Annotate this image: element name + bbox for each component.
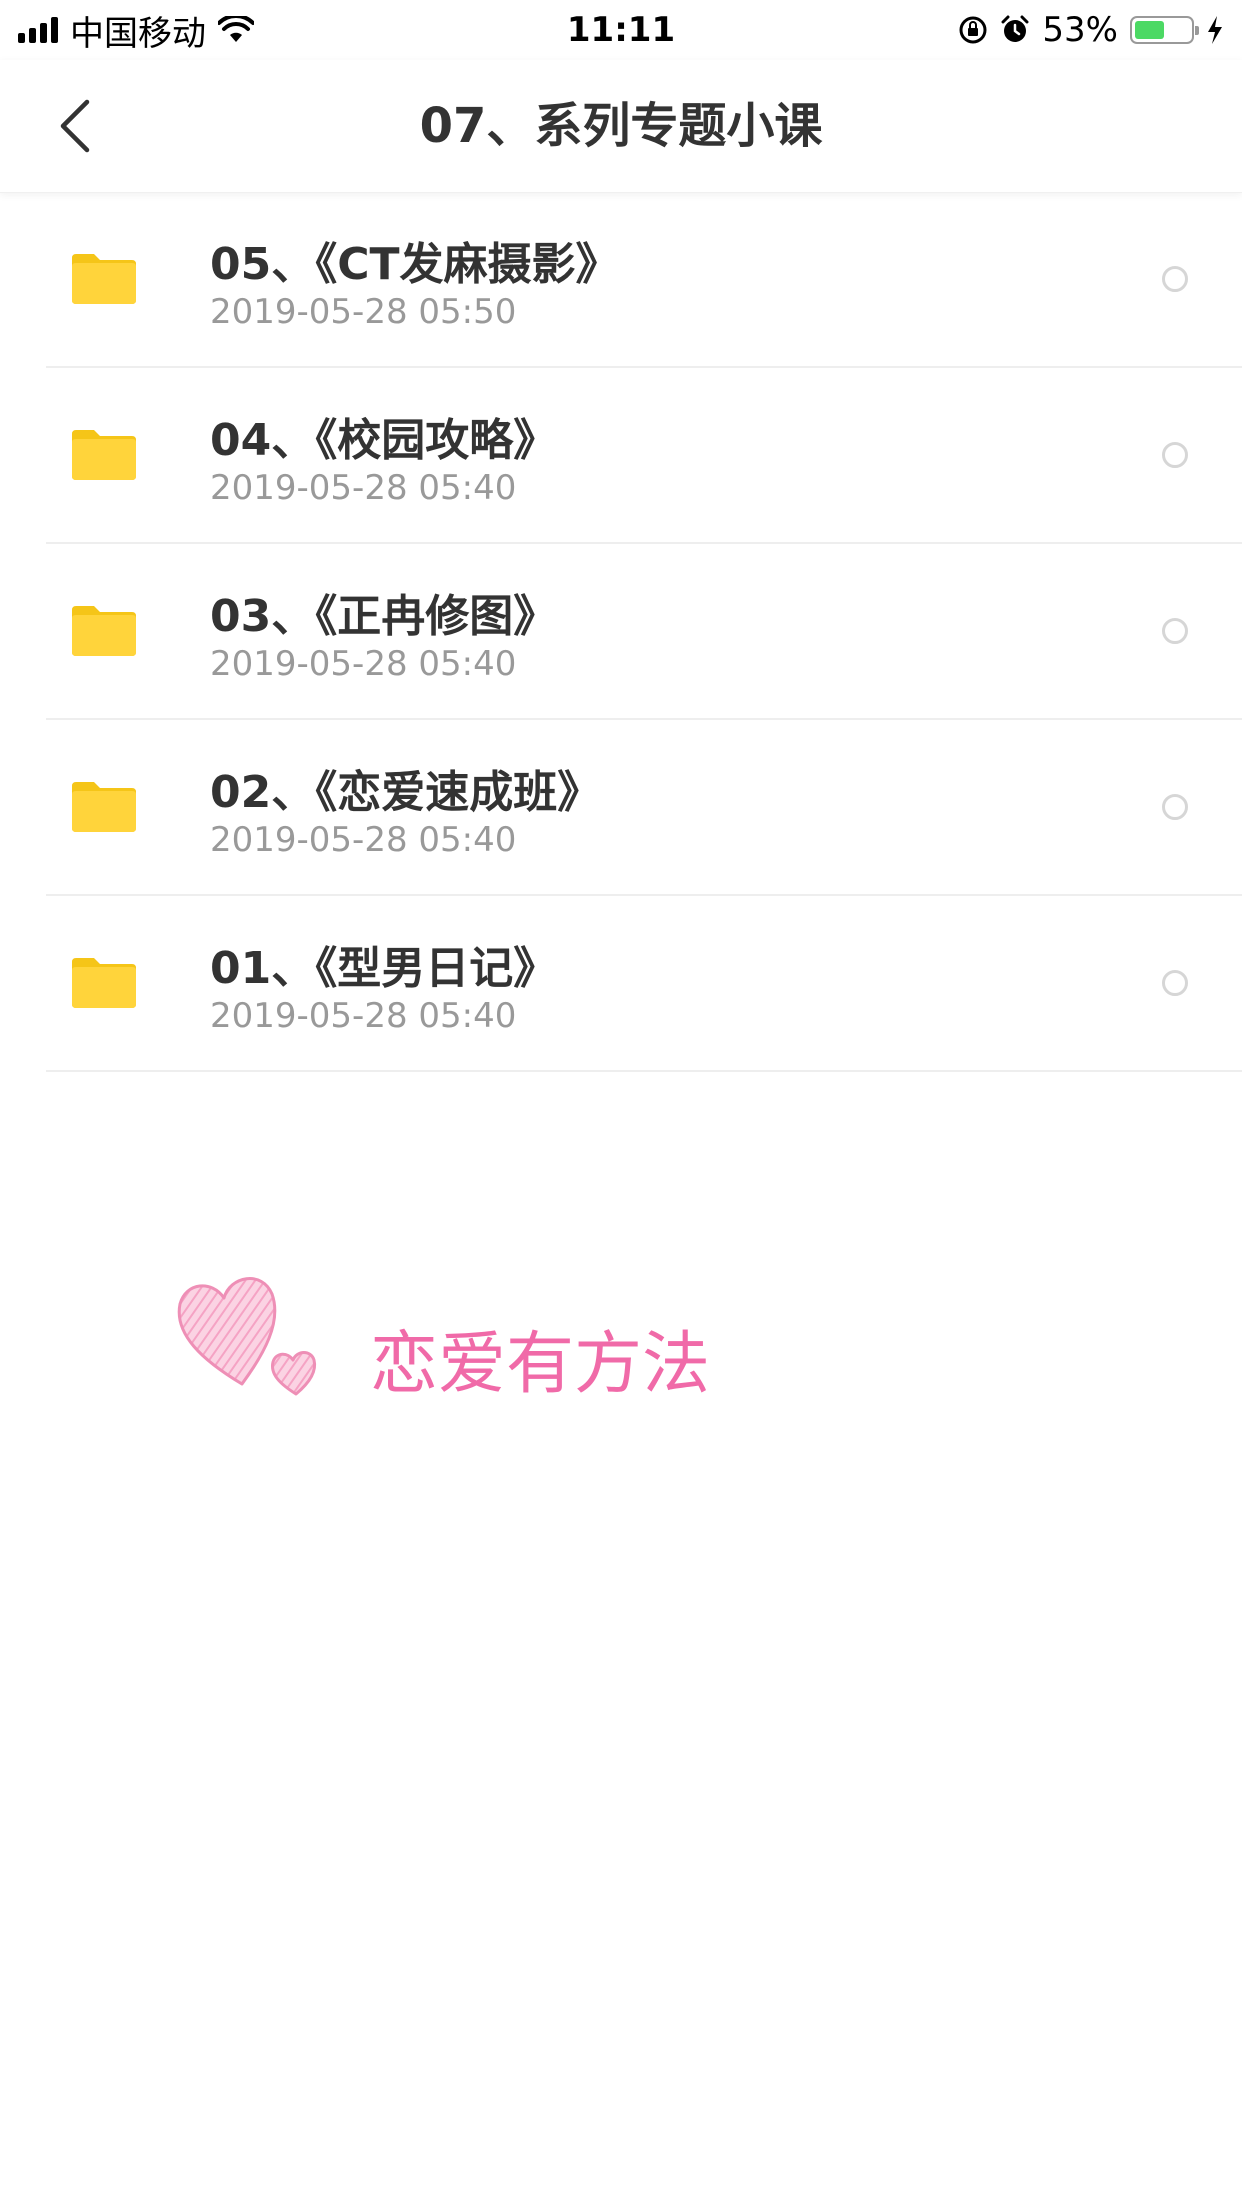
- list-item[interactable]: 01、《型男日记》 2019-05-28 05:40: [0, 896, 1242, 1072]
- file-name: 01、《型男日记》: [210, 943, 558, 994]
- folder-icon: [72, 254, 136, 304]
- file-name: 04、《校园攻略》: [210, 415, 558, 466]
- divider: [46, 1070, 1242, 1072]
- folder-icon: [72, 782, 136, 832]
- nav-bar: 07、系列专题小课: [0, 60, 1242, 193]
- folder-icon: [72, 430, 136, 480]
- select-radio[interactable]: [1162, 794, 1188, 820]
- file-list: 05、《CT发麻摄影》 2019-05-28 05:50 04、《校园攻略》 2…: [0, 192, 1242, 1072]
- folder-icon: [72, 606, 136, 656]
- status-bar: 中国移动 11:11 53%: [0, 0, 1242, 60]
- status-right: 53%: [958, 10, 1224, 50]
- page-title: 07、系列专题小课: [419, 98, 823, 154]
- file-date: 2019-05-28 05:40: [210, 468, 517, 508]
- list-item[interactable]: 04、《校园攻略》 2019-05-28 05:40: [0, 368, 1242, 544]
- battery-icon: [1130, 16, 1199, 44]
- alarm-icon: [1001, 15, 1029, 42]
- battery-fill: [1135, 21, 1164, 39]
- list-item[interactable]: 05、《CT发麻摄影》 2019-05-28 05:50: [0, 192, 1242, 368]
- file-date: 2019-05-28 05:50: [210, 292, 517, 332]
- wifi-icon: [218, 16, 254, 42]
- back-button[interactable]: [40, 88, 110, 164]
- status-left: 中国移动: [18, 6, 254, 55]
- file-date: 2019-05-28 05:40: [210, 996, 517, 1036]
- select-radio[interactable]: [1162, 442, 1188, 468]
- file-name: 03、《正冉修图》: [210, 591, 558, 642]
- select-radio[interactable]: [1162, 618, 1188, 644]
- select-radio[interactable]: [1162, 970, 1188, 996]
- file-name: 02、《恋爱速成班》: [210, 767, 602, 818]
- watermark-text: 恋爱有方法: [370, 1325, 711, 1404]
- carrier-label: 中国移动: [70, 13, 206, 54]
- file-date: 2019-05-28 05:40: [210, 820, 517, 860]
- charging-icon: [1208, 16, 1222, 44]
- file-name: 05、《CT发麻摄影》: [210, 239, 620, 290]
- folder-icon: [72, 958, 136, 1008]
- select-radio[interactable]: [1162, 266, 1188, 292]
- hearts-icon: [177, 1277, 317, 1396]
- list-item[interactable]: 03、《正冉修图》 2019-05-28 05:40: [0, 544, 1242, 720]
- chevron-left-icon: [60, 99, 90, 153]
- rotation-lock-icon: [959, 16, 987, 44]
- signal-icon: [18, 17, 58, 43]
- file-date: 2019-05-28 05:40: [210, 644, 517, 684]
- list-item[interactable]: 02、《恋爱速成班》 2019-05-28 05:40: [0, 720, 1242, 896]
- watermark: 恋爱有方法: [172, 1272, 732, 1412]
- battery-percent: 53%: [1042, 10, 1118, 50]
